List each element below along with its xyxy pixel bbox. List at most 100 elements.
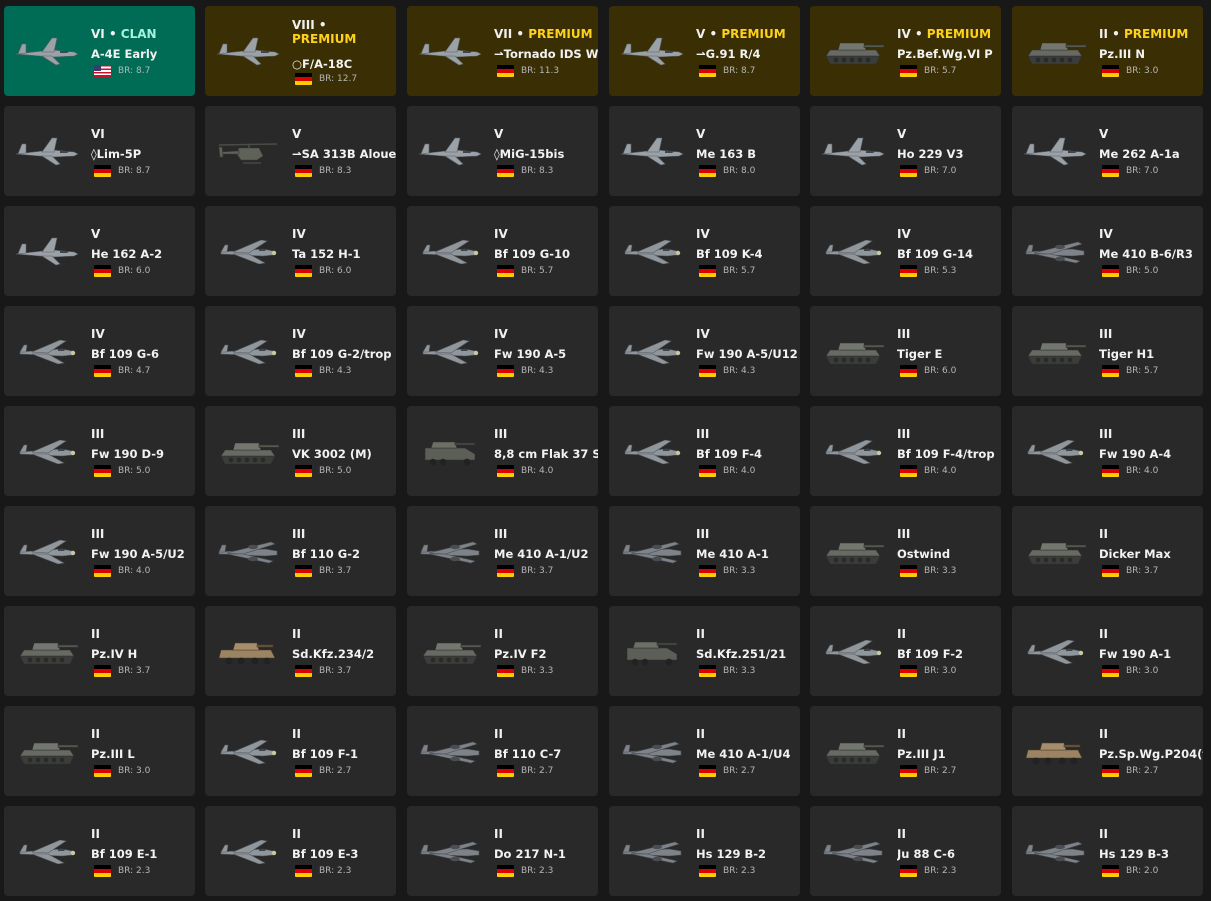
vehicle-card[interactable]: II Me 410 A-1/U4 BR: 2.7 <box>609 706 800 796</box>
germany-flag-icon <box>94 765 111 777</box>
battle-rating-value: 3.7 <box>1144 566 1159 576</box>
battle-rating: BR: 8.3 <box>319 165 351 177</box>
vehicle-card[interactable]: IV Bf 109 K-4 BR: 5.7 <box>609 206 800 296</box>
vehicle-card[interactable]: II Bf 110 C-7 BR: 2.7 <box>407 706 598 796</box>
vehicle-card[interactable]: III Tiger H1 BR: 5.7 <box>1012 306 1203 396</box>
germany-flag-icon <box>900 865 917 877</box>
vehicle-card[interactable]: V Me 262 A-1a BR: 7.0 <box>1012 106 1203 196</box>
vehicle-card[interactable]: II Pz.IV H BR: 3.7 <box>4 606 195 696</box>
vehicle-card[interactable]: III 8,8 cm Flak 37 Sfl. BR: 4.0 <box>407 406 598 496</box>
vehicle-card[interactable]: VI • CLAN A-4E Early BR: 8.7 <box>4 6 195 96</box>
vehicle-card[interactable]: II Pz.Sp.Wg.P204(f) KwK BR: 2.7 <box>1012 706 1203 796</box>
vehicle-card[interactable]: III Ostwind BR: 3.3 <box>810 506 1001 596</box>
battle-rating-prefix: BR: <box>924 166 943 176</box>
battle-rating-value: 3.3 <box>539 666 554 676</box>
vehicle-card[interactable]: II Do 217 N-1 BR: 2.3 <box>407 806 598 896</box>
vehicle-card[interactable]: II Bf 109 F-2 BR: 3.0 <box>810 606 1001 696</box>
battle-rating-prefix: BR: <box>118 266 137 276</box>
vehicle-card[interactable]: IV Bf 109 G-14 BR: 5.3 <box>810 206 1001 296</box>
germany-flag-icon <box>900 665 917 677</box>
vehicle-card[interactable]: IV Fw 190 A-5 BR: 4.3 <box>407 306 598 396</box>
germany-flag-icon <box>699 665 716 677</box>
battle-rating-value: 8.7 <box>741 66 756 76</box>
battle-rating-prefix: BR: <box>319 866 338 876</box>
vehicle-card[interactable]: II Sd.Kfz.251/21 BR: 3.3 <box>609 606 800 696</box>
tank-icon <box>818 332 888 370</box>
vehicle-card[interactable]: IV Bf 109 G-2/trop BR: 4.3 <box>205 306 396 396</box>
vehicle-card[interactable]: II Bf 109 E-3 BR: 2.3 <box>205 806 396 896</box>
battle-rating-prefix: BR: <box>1126 866 1145 876</box>
vehicle-card[interactable]: II Pz.III J1 BR: 2.7 <box>810 706 1001 796</box>
vehicle-card[interactable]: IV • PREMIUM Pz.Bef.Wg.VI P BR: 5.7 <box>810 6 1001 96</box>
germany-flag-icon <box>900 65 917 77</box>
vehicle-tier-label: IV <box>494 227 508 241</box>
vehicle-card[interactable]: V • PREMIUM ⇀G.91 R/4 BR: 8.7 <box>609 6 800 96</box>
jet-icon <box>213 32 283 70</box>
vehicle-tier-label: II <box>1099 627 1108 641</box>
battle-rating-value: 5.0 <box>337 466 352 476</box>
vehicle-card[interactable]: IV Bf 109 G-10 BR: 5.7 <box>407 206 598 296</box>
vehicle-card[interactable]: V Ho 229 V3 BR: 7.0 <box>810 106 1001 196</box>
vehicle-card[interactable]: VI ◊Lim-5P BR: 8.7 <box>4 106 195 196</box>
vehicle-card[interactable]: II Hs 129 B-3 BR: 2.0 <box>1012 806 1203 896</box>
plane-icon <box>12 332 82 370</box>
vehicle-card[interactable]: V ◊MiG-15bis BR: 8.3 <box>407 106 598 196</box>
vehicle-card[interactable]: II Pz.IV F2 BR: 3.3 <box>407 606 598 696</box>
vehicle-name: Hs 129 B-3 <box>1099 847 1170 861</box>
vehicle-card[interactable]: III Bf 110 G-2 BR: 3.7 <box>205 506 396 596</box>
vehicle-card[interactable]: III Fw 190 D-9 BR: 5.0 <box>4 406 195 496</box>
vehicle-tier-label: IV <box>292 327 306 341</box>
vehicle-card[interactable]: III Bf 109 F-4 BR: 4.0 <box>609 406 800 496</box>
vehicle-card[interactable]: II Ju 88 C-6 BR: 2.3 <box>810 806 1001 896</box>
vehicle-card[interactable]: II Dicker Max BR: 3.7 <box>1012 506 1203 596</box>
vehicle-card[interactable]: III Fw 190 A-4 BR: 4.0 <box>1012 406 1203 496</box>
vehicle-tier: IV <box>696 227 710 241</box>
vehicle-card[interactable]: II Fw 190 A-1 BR: 3.0 <box>1012 606 1203 696</box>
vehicle-tier: IV <box>91 327 105 341</box>
vehicle-card[interactable]: III VK 3002 (M) BR: 5.0 <box>205 406 396 496</box>
battle-rating-prefix: BR: <box>924 66 943 76</box>
battle-rating-value: 3.0 <box>136 766 151 776</box>
battle-rating-prefix: BR: <box>521 566 540 576</box>
vehicle-name: Bf 109 G-6 <box>91 347 159 361</box>
vehicle-card[interactable]: IV Me 410 B-6/R3 BR: 5.0 <box>1012 206 1203 296</box>
vehicle-name: Bf 110 C-7 <box>494 747 562 761</box>
vehicle-card[interactable]: III Bf 109 F-4/trop BR: 4.0 <box>810 406 1001 496</box>
battle-rating-prefix: BR: <box>723 766 742 776</box>
germany-flag-icon <box>94 865 111 877</box>
vehicle-card[interactable]: V He 162 A-2 BR: 6.0 <box>4 206 195 296</box>
vehicle-card[interactable]: II Sd.Kfz.234/2 BR: 3.7 <box>205 606 396 696</box>
vehicle-name: ◊MiG-15bis <box>494 147 565 161</box>
vehicle-tier: III <box>91 527 104 541</box>
vehicle-card[interactable]: II Hs 129 B-2 BR: 2.3 <box>609 806 800 896</box>
vehicle-name: VK 3002 (M) <box>292 447 372 461</box>
vehicle-card[interactable]: VIII • PREMIUM ○F/A-18C BR: 12.7 <box>205 6 396 96</box>
vehicle-card[interactable]: III Fw 190 A-5/U2 BR: 4.0 <box>4 506 195 596</box>
vehicle-card[interactable]: V ⇀SA 313B Alouette BR: 8.3 <box>205 106 396 196</box>
germany-flag-icon <box>497 465 514 477</box>
bomber-icon <box>617 532 687 570</box>
vehicle-card[interactable]: III Me 410 A-1 BR: 3.3 <box>609 506 800 596</box>
vehicle-card[interactable]: II Bf 109 E-1 BR: 2.3 <box>4 806 195 896</box>
vehicle-card[interactable]: IV Ta 152 H-1 BR: 6.0 <box>205 206 396 296</box>
vehicle-name: Pz.IV F2 <box>494 647 547 661</box>
vehicle-card[interactable]: III Tiger E BR: 6.0 <box>810 306 1001 396</box>
vehicle-tier: II • PREMIUM <box>1099 27 1188 41</box>
vehicle-card[interactable]: III Me 410 A-1/U2 BR: 3.7 <box>407 506 598 596</box>
vehicle-card[interactable]: IV Bf 109 G-6 BR: 4.7 <box>4 306 195 396</box>
battle-rating-value: 3.3 <box>942 566 957 576</box>
vehicle-tier: II <box>494 727 503 741</box>
vehicle-tier: II <box>897 627 906 641</box>
vehicle-card[interactable]: II Pz.III L BR: 3.0 <box>4 706 195 796</box>
battle-rating-prefix: BR: <box>118 766 137 776</box>
vehicle-card[interactable]: II Bf 109 F-1 BR: 2.7 <box>205 706 396 796</box>
vehicle-tier-label: II <box>91 727 100 741</box>
vehicle-name: Fw 190 A-5/U12 <box>696 347 798 361</box>
vehicle-card[interactable]: V Me 163 B BR: 8.0 <box>609 106 800 196</box>
vehicle-tag: PREMIUM <box>292 32 357 46</box>
vehicle-tier: II <box>494 827 503 841</box>
vehicle-card[interactable]: IV Fw 190 A-5/U12 BR: 4.3 <box>609 306 800 396</box>
vehicle-card[interactable]: VII • PREMIUM ⇀Tornado IDS WTD BR: 11.3 <box>407 6 598 96</box>
vehicle-card[interactable]: II • PREMIUM Pz.III N BR: 3.0 <box>1012 6 1203 96</box>
vehicle-tier: II <box>1099 627 1108 641</box>
